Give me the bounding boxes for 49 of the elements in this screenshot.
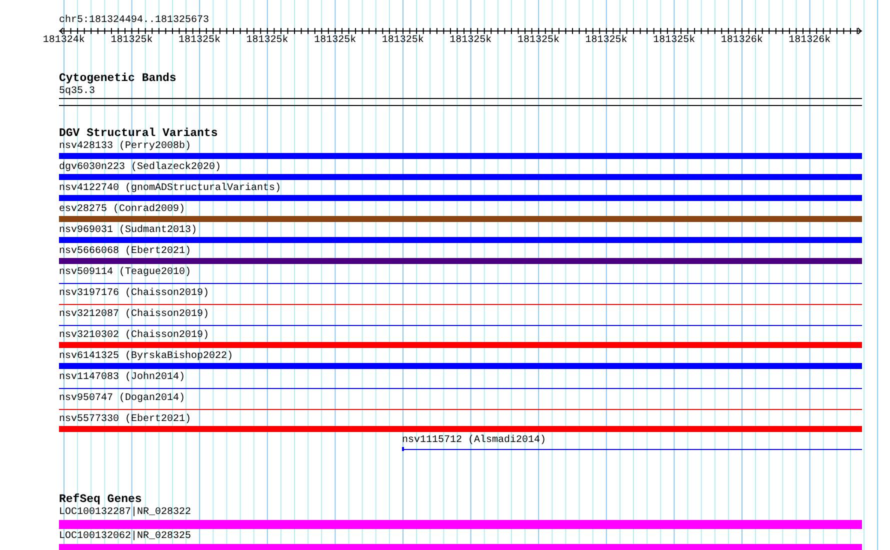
feature-bar[interactable] bbox=[59, 237, 862, 243]
feature-bar[interactable] bbox=[59, 363, 862, 369]
tick-label: 181325k bbox=[653, 35, 696, 47]
feature-label: nsv969031 (Sudmant2013) bbox=[59, 224, 198, 237]
feature-label: nsv3210302 (Chaisson2019) bbox=[59, 329, 210, 342]
tick-label: 181326k bbox=[720, 35, 763, 47]
tick-label: 181325k bbox=[517, 35, 560, 47]
feature-label: nsv950747 (Dogan2014) bbox=[59, 392, 186, 405]
tick-label: 181325k bbox=[450, 35, 492, 47]
feature-line[interactable] bbox=[59, 408, 862, 410]
feature-label: nsv5577330 (Ebert2021) bbox=[59, 413, 192, 426]
band-outline[interactable] bbox=[59, 98, 862, 106]
feature-bar[interactable] bbox=[59, 195, 862, 201]
feature-label: esv28275 (Conrad2009) bbox=[59, 203, 186, 216]
tick-label: 181325k bbox=[585, 35, 628, 47]
feature-bar[interactable] bbox=[59, 174, 862, 180]
feature-line[interactable] bbox=[59, 324, 862, 326]
feature-label: 5q35.3 bbox=[59, 85, 96, 98]
track-title: Cytogenetic Bands bbox=[59, 73, 176, 85]
feature-label: dgv6030n223 (Sedlazeck2020) bbox=[59, 161, 222, 174]
feature-label: nsv3212087 (Chaisson2019) bbox=[59, 308, 210, 321]
feature-bar[interactable] bbox=[59, 153, 862, 159]
location-label: chr5:181324494..181325673 bbox=[59, 14, 210, 27]
feature-bar[interactable] bbox=[59, 258, 862, 264]
feature-label: nsv1115712 (Alsmadi2014) bbox=[402, 434, 546, 447]
tick-label: 181325k bbox=[314, 35, 356, 47]
feature-label: nsv5666068 (Ebert2021) bbox=[59, 245, 192, 258]
tick-label: 181324k bbox=[42, 35, 85, 47]
feature-label: nsv428133 (Perry2008b) bbox=[59, 140, 192, 153]
feature-label: nsv509114 (Teague2010) bbox=[59, 266, 192, 279]
tick-label: 181325k bbox=[110, 35, 153, 47]
feature-label: LOC100132062|NR_028325 bbox=[59, 530, 192, 543]
track-title: DGV Structural Variants bbox=[59, 128, 218, 140]
feature-bar[interactable] bbox=[59, 342, 862, 348]
tick-label: 181325k bbox=[382, 35, 424, 47]
feature-label: nsv3197176 (Chaisson2019) bbox=[59, 287, 210, 300]
feature-bar[interactable] bbox=[59, 216, 862, 222]
track-title: RefSeq Genes bbox=[59, 494, 142, 506]
tick-label: 181325k bbox=[178, 35, 220, 47]
feature-label: nsv1147083 (John2014) bbox=[59, 371, 186, 384]
feature-line[interactable] bbox=[402, 447, 862, 451]
feature-label: nsv4122740 (gnomADStructuralVariants) bbox=[59, 182, 282, 195]
gene-bar[interactable] bbox=[59, 520, 862, 529]
feature-label: nsv6141325 (ByrskaBishop2022) bbox=[59, 350, 234, 363]
feature-label: LOC100132287|NR_028322 bbox=[59, 506, 192, 519]
feature-line[interactable] bbox=[59, 282, 862, 284]
tick-label: 181325k bbox=[246, 35, 288, 47]
tick-label: 181326k bbox=[788, 35, 831, 47]
feature-bar[interactable] bbox=[59, 426, 862, 432]
